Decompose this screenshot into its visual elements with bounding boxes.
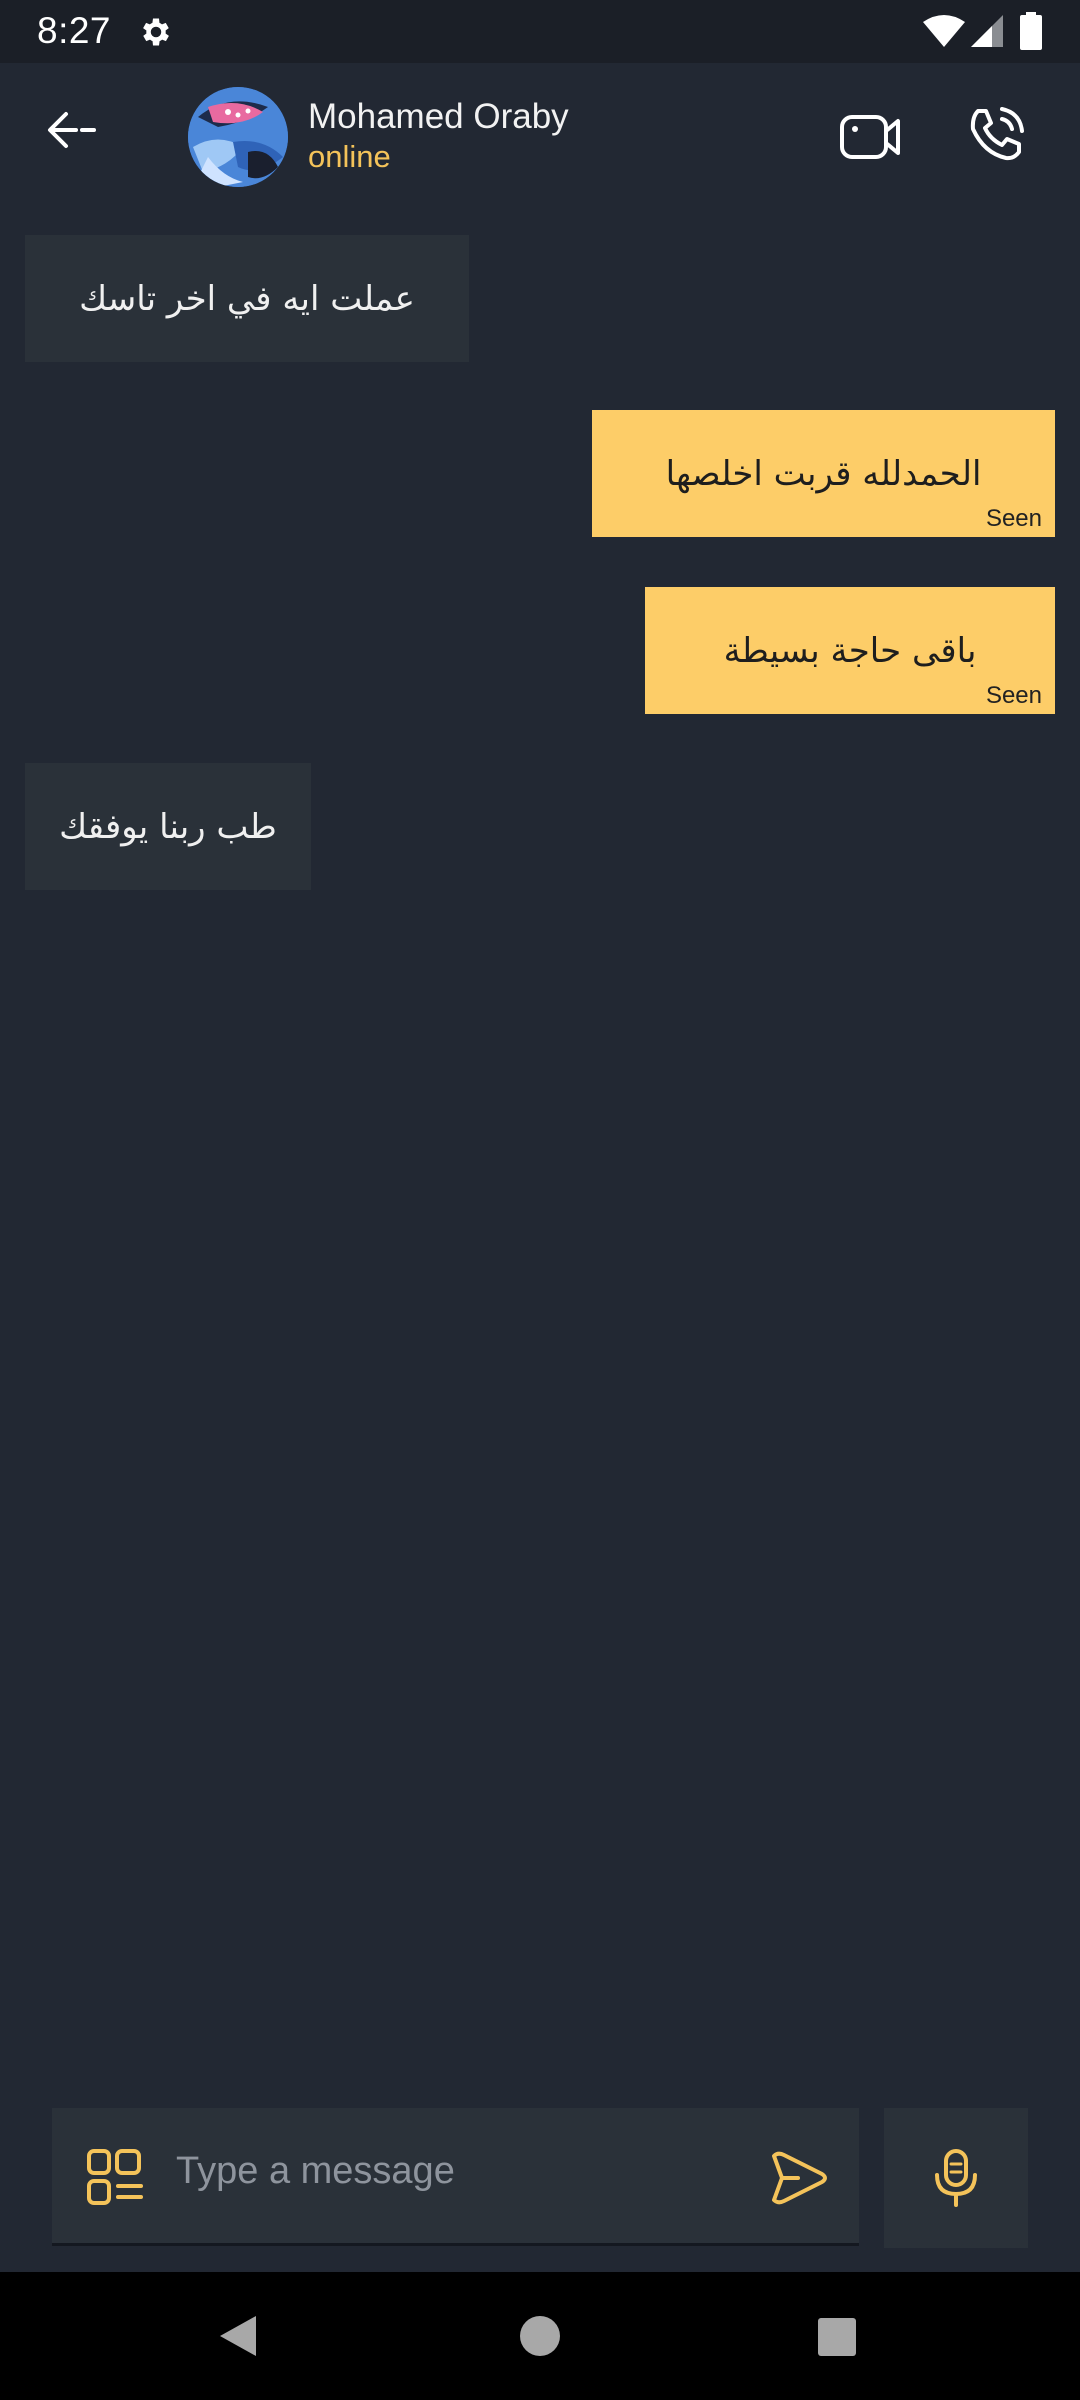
seen-receipt: Seen — [985, 682, 1042, 709]
mic-icon — [935, 2149, 977, 2207]
message-input[interactable] — [176, 2136, 776, 2206]
message-bubble-incoming[interactable]: طب ربنا يوفقك — [25, 763, 311, 890]
seen-receipt: Seen — [985, 505, 1042, 532]
chat-header: Mohamed Oraby online — [0, 63, 1080, 210]
message-text: طب ربنا يوفقك — [59, 806, 277, 847]
back-arrow-icon — [48, 112, 96, 148]
signal-icon — [971, 15, 1003, 47]
status-time: 8:27 — [37, 10, 112, 51]
wifi-icon — [923, 15, 965, 47]
nav-back-icon[interactable] — [216, 2314, 260, 2358]
back-button[interactable] — [38, 103, 108, 157]
contact-status: online — [308, 139, 391, 174]
avatar[interactable] — [188, 87, 288, 187]
message-text: باقى حاجة بسيطة — [723, 630, 977, 671]
apps-icon[interactable] — [86, 2148, 144, 2206]
message-composer — [52, 2108, 859, 2246]
message-bubble-incoming[interactable]: عملت ايه في اخر تاسك — [25, 235, 469, 362]
nav-recents-icon[interactable] — [818, 2318, 856, 2356]
mic-button[interactable] — [884, 2108, 1028, 2248]
message-bubble-outgoing[interactable]: الحمدلله قربت اخلصها Seen — [592, 410, 1055, 537]
system-nav-bar — [0, 2272, 1080, 2400]
video-call-icon[interactable] — [838, 103, 904, 169]
message-text: عملت ايه في اخر تاسك — [79, 278, 415, 319]
voice-call-icon[interactable] — [964, 101, 1030, 167]
gear-icon — [143, 18, 169, 46]
send-icon[interactable] — [768, 2150, 828, 2206]
status-bar: 8:27 — [0, 0, 1080, 63]
message-bubble-outgoing[interactable]: باقى حاجة بسيطة Seen — [645, 587, 1055, 714]
battery-icon — [1020, 12, 1042, 50]
chat-screen: 8:27 Mohamed Oraby online عملت ايه في اخ… — [0, 0, 1080, 2400]
contact-name: Mohamed Oraby — [308, 97, 569, 136]
message-text: الحمدلله قربت اخلصها — [665, 453, 982, 494]
avatar-image — [188, 87, 288, 187]
nav-home-icon[interactable] — [520, 2316, 560, 2356]
